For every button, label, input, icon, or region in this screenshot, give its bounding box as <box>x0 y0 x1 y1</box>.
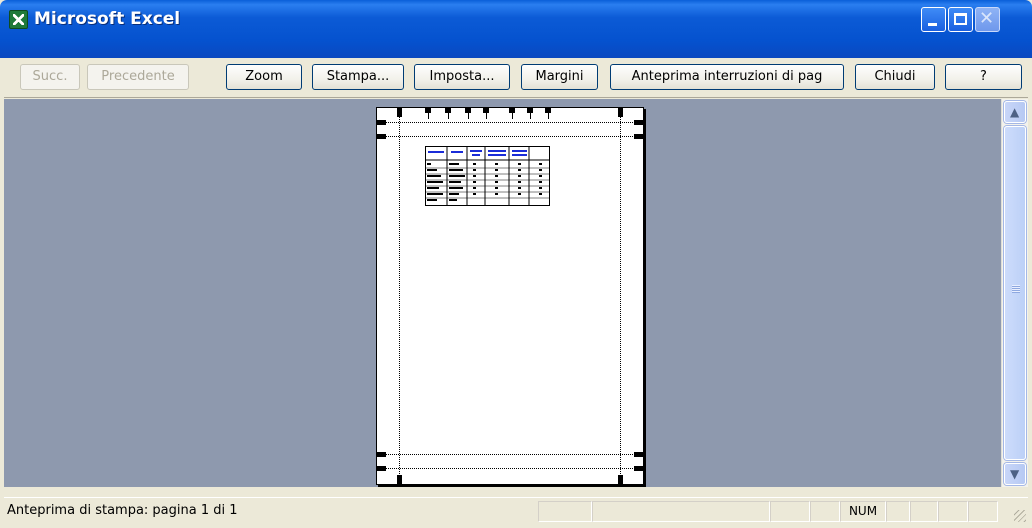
chevron-up-icon: ▲ <box>1010 105 1020 119</box>
scroll-down-button[interactable]: ▼ <box>1004 463 1026 485</box>
margin-handle[interactable] <box>634 120 643 125</box>
margin-handle[interactable] <box>377 466 386 471</box>
status-cell <box>770 501 810 522</box>
column-handle[interactable] <box>468 108 469 119</box>
num-lock-indicator: NUM <box>840 501 886 522</box>
margin-handle[interactable] <box>377 134 386 139</box>
page-break-preview-button[interactable]: Anteprima interruzioni di pag <box>610 64 844 90</box>
margin-handle[interactable] <box>377 120 386 125</box>
print-preview-toolbar: Succ. Precedente Zoom Stampa... Imposta.… <box>4 58 1028 98</box>
zoom-button[interactable]: Zoom <box>226 64 302 90</box>
status-bar: Anteprima di stampa: pagina 1 di 1 NUM <box>4 497 1028 524</box>
column-handle[interactable] <box>448 108 449 119</box>
column-handle[interactable] <box>530 108 531 119</box>
resize-grip-icon[interactable] <box>1014 510 1026 522</box>
chevron-down-icon: ▼ <box>1010 467 1020 481</box>
margin-handle[interactable] <box>618 475 623 484</box>
left-margin-line[interactable] <box>399 108 400 484</box>
margins-button[interactable]: Margini <box>521 64 598 90</box>
margin-handle[interactable] <box>634 466 643 471</box>
status-cell <box>592 501 770 522</box>
preview-page[interactable] <box>376 107 644 485</box>
status-cell <box>938 501 968 522</box>
top-margin-line[interactable] <box>377 136 643 137</box>
status-cell <box>538 501 592 522</box>
next-page-button[interactable]: Succ. <box>20 64 80 90</box>
column-handle[interactable] <box>512 108 513 119</box>
maximize-button[interactable] <box>948 7 973 32</box>
status-cell <box>968 501 998 522</box>
header-margin-line[interactable] <box>377 122 643 123</box>
print-button[interactable]: Stampa... <box>312 64 404 90</box>
window-title: Microsoft Excel <box>34 9 181 29</box>
excel-icon[interactable] <box>9 10 28 29</box>
minimize-button[interactable] <box>921 7 946 32</box>
scroll-up-button[interactable]: ▲ <box>1004 101 1026 123</box>
help-button[interactable]: ? <box>945 64 1022 90</box>
vertical-scrollbar[interactable]: ▲ ▼ <box>1001 99 1028 487</box>
column-handle[interactable] <box>428 108 429 119</box>
footer-margin-line[interactable] <box>377 468 643 469</box>
previous-page-button[interactable]: Precedente <box>87 64 189 90</box>
print-preview-area[interactable] <box>4 99 1001 487</box>
status-cell <box>886 501 910 522</box>
column-handle[interactable] <box>486 108 487 119</box>
margin-handle[interactable] <box>634 452 643 457</box>
grip-icon <box>1012 285 1020 293</box>
title-bar[interactable]: Microsoft Excel ✕ <box>0 0 1032 58</box>
margin-handle[interactable] <box>377 452 386 457</box>
right-margin-line[interactable] <box>620 108 621 484</box>
margin-handle[interactable] <box>618 108 623 117</box>
status-text: Anteprima di stampa: pagina 1 di 1 <box>7 503 238 518</box>
minimize-icon <box>928 23 937 26</box>
status-cell <box>910 501 938 522</box>
maximize-icon <box>954 13 967 25</box>
close-button[interactable]: ✕ <box>975 7 1000 32</box>
close-icon: ✕ <box>979 8 995 29</box>
margin-handle[interactable] <box>634 134 643 139</box>
margin-handle[interactable] <box>397 475 402 484</box>
excel-window: Microsoft Excel ✕ Succ. Precedente Zoom … <box>0 0 1032 528</box>
scrollbar-thumb[interactable] <box>1004 126 1026 460</box>
setup-button[interactable]: Imposta... <box>414 64 510 90</box>
status-cell <box>810 501 840 522</box>
column-handle[interactable] <box>548 108 549 119</box>
page-thumbnail-table <box>425 146 550 206</box>
margin-handle[interactable] <box>397 108 402 117</box>
close-preview-button[interactable]: Chiudi <box>855 64 935 90</box>
bottom-margin-line[interactable] <box>377 454 643 455</box>
